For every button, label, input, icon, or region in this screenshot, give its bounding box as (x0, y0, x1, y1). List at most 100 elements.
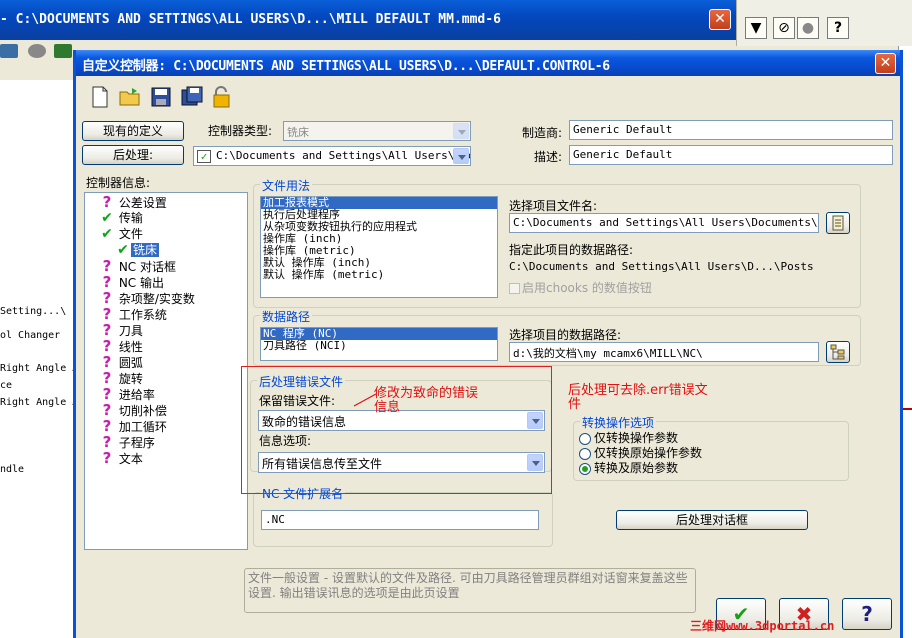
post-path-select[interactable]: ✓ C:\Documents and Settings\All Users\Do… (193, 146, 471, 166)
post-dialog-button[interactable]: 后处理对话框 (616, 510, 808, 530)
tree-item[interactable]: ✔ 文件 (99, 226, 143, 242)
file-usage-title: 文件用法 (260, 177, 313, 194)
list-item[interactable]: 默认 操作库 (metric) (261, 269, 497, 281)
save-as-icon[interactable] (180, 85, 204, 109)
new-file-icon[interactable] (88, 85, 112, 109)
annotation-note-2: 后处理可去除.err错误文 件 (566, 384, 710, 412)
annotation-note-1-line1: 修改为致命的错误 (374, 386, 479, 401)
annotation-note-1: 修改为致命的错误 信息 (374, 387, 478, 415)
tree-item[interactable]: ? 工作系统 (99, 306, 167, 322)
parent-right-toolbar: ▼ ⊘ ● ? (736, 0, 912, 46)
folder-tree-icon (830, 344, 845, 360)
controller-type-select[interactable]: 铣床 (283, 121, 471, 141)
question-icon: ? (102, 433, 112, 451)
file-check-icon: ✓ (197, 150, 211, 163)
parent-title: - C:\DOCUMENTS AND SETTINGS\ALL USERS\D.… (0, 12, 501, 27)
radio-convert-and-original[interactable]: 转换及原始参数 (579, 459, 678, 476)
tree-item[interactable]: ? 线性 (99, 338, 143, 354)
manufacturer-label: 制造商: (522, 126, 563, 140)
controller-type-value: 铣床 (287, 126, 309, 139)
tree-item-label: 加工循环 (118, 420, 167, 434)
tree-item-selected[interactable]: ✔ 铣床 (115, 242, 160, 258)
help-icon[interactable]: ? (827, 17, 849, 39)
controller-info-label: 控制器信息: (86, 176, 151, 190)
tree-item-label: NC 对话框 (118, 260, 176, 274)
tree-item[interactable]: ? 旋转 (99, 370, 143, 386)
funnel-icon[interactable]: ▼ (745, 17, 767, 39)
tree-item[interactable]: ? 切削补偿 (99, 402, 167, 418)
tree-item-label: 子程序 (118, 436, 155, 450)
save-icon[interactable] (149, 85, 173, 109)
radio-selected-icon (579, 462, 591, 475)
existing-definition-button[interactable]: 现有的定义 (82, 121, 184, 141)
manufacturer-field[interactable]: Generic Default (569, 120, 893, 140)
checkbox-icon (509, 283, 520, 294)
select-file-field[interactable]: C:\Documents and Settings\All Users\Docu… (509, 213, 819, 233)
annotation-note-2-line2: 件 (568, 397, 582, 412)
help-button[interactable]: ? (842, 598, 892, 630)
check-icon: ✔ (101, 226, 113, 242)
parent-tool-icon[interactable] (28, 44, 46, 58)
tree-item-label: 文件 (118, 227, 143, 241)
tree-item-label: 圆弧 (118, 356, 143, 370)
file-browse-icon (832, 215, 844, 231)
parent-line: Right Angle A (0, 397, 79, 408)
browse-file-button[interactable] (826, 212, 850, 234)
tree-item-label: 杂项整/实变数 (118, 292, 195, 306)
check-icon: ✔ (101, 210, 113, 226)
parent-tool-icon[interactable] (54, 44, 72, 58)
question-icon: ? (102, 305, 112, 323)
tree-item[interactable]: ? NC 对话框 (99, 258, 176, 274)
file-usage-list[interactable]: 加工报表模式 执行后处理程序 从杂项变数按钮执行的应用程式 操作库 (inch)… (260, 196, 498, 298)
post-path-value: C:\Documents and Settings\All Users\Docu (216, 149, 471, 162)
dialog-titlebar: 自定义控制器: C:\DOCUMENTS AND SETTINGS\ALL US… (76, 50, 900, 76)
annotation-note-1-line2: 信息 (374, 400, 401, 415)
annotation-note-2-line1: 后处理可去除.err错误文 (568, 383, 708, 398)
description-label: 描述: (534, 150, 563, 164)
parent-line: ndle (0, 464, 25, 475)
browse-folder-button[interactable] (826, 341, 850, 363)
chooks-checkbox[interactable]: 启用chooks 的数值按钮 (509, 279, 652, 296)
parent-tool-icon[interactable] (0, 44, 18, 58)
tree-item[interactable]: ? 子程序 (99, 434, 155, 450)
tree-item[interactable]: ✔ 传输 (99, 210, 143, 226)
list-item[interactable]: 刀具路径 (NCI) (261, 340, 497, 352)
chooks-label: 启用chooks 的数值按钮 (522, 281, 652, 295)
nc-ext-field[interactable]: .NC (261, 510, 539, 530)
tree-item[interactable]: ? 文本 (99, 450, 143, 466)
data-path-list[interactable]: NC 程序 (NC) 刀具路径 (NCI) (260, 327, 498, 361)
tree-item[interactable]: ? 加工循环 (99, 418, 167, 434)
post-processor-button[interactable]: 后处理: (82, 145, 184, 165)
parent-line: Setting...\ (0, 306, 67, 317)
tree-item-label: 传输 (118, 211, 143, 225)
parent-line: ol Changer (0, 330, 61, 341)
tree-item-label: 工作系统 (118, 308, 167, 322)
block-icon[interactable]: ⊘ (773, 17, 795, 39)
description-field[interactable]: Generic Default (569, 145, 893, 165)
check-icon: ✔ (117, 242, 129, 258)
chevron-down-icon (453, 148, 469, 164)
question-icon: ? (102, 257, 112, 275)
radio-label: 仅转换操作参数 (594, 431, 679, 445)
question-icon: ? (102, 449, 112, 467)
tree-item[interactable]: ? 圆弧 (99, 354, 143, 370)
question-icon: ? (102, 353, 112, 371)
circle-icon[interactable]: ● (797, 17, 819, 39)
parent-close-button[interactable]: ✕ (709, 9, 731, 30)
question-icon: ? (102, 289, 112, 307)
question-icon: ? (102, 193, 112, 211)
tree-item-label: 文本 (118, 452, 143, 466)
lock-icon[interactable] (210, 85, 234, 109)
tree-item[interactable]: ? NC 输出 (99, 274, 164, 290)
tree-item[interactable]: ? 杂项整/实变数 (99, 290, 195, 306)
dialog-close-button[interactable]: ✕ (875, 53, 896, 74)
controller-info-tree[interactable]: ? 公差设置 ✔ 传输 ✔ 文件 ✔ 铣床 ? NC 对话框 ? NC 输出 ? … (84, 192, 248, 550)
select-path-field[interactable]: d:\我的文档\my mcamx6\MILL\NC\ (509, 342, 819, 362)
open-folder-icon[interactable] (118, 85, 142, 109)
tree-item-label: 旋转 (118, 372, 143, 386)
tree-item[interactable]: ? 刀具 (99, 322, 143, 338)
radio-icon (579, 432, 591, 445)
tree-item[interactable]: ? 进给率 (99, 386, 155, 402)
tree-item[interactable]: ? 公差设置 (99, 194, 167, 210)
parent-left-pane: Setting...\ ol Changer Right Angle A ce … (0, 80, 79, 638)
